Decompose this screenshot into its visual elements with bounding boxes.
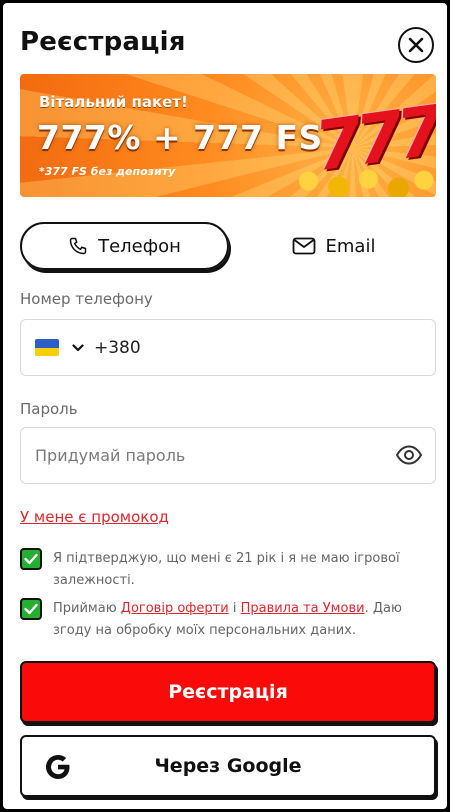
- terms-prefix: Приймаю: [53, 601, 121, 616]
- password-input[interactable]: [35, 446, 365, 465]
- tab-phone[interactable]: Телефон: [20, 222, 229, 270]
- password-field[interactable]: [20, 427, 436, 484]
- phone-field[interactable]: +380: [20, 319, 436, 376]
- close-icon: [408, 37, 424, 53]
- google-signin-button[interactable]: Через Google: [20, 735, 436, 797]
- phone-country-code: +380: [94, 337, 141, 358]
- page-title: Реєстрація: [20, 27, 186, 57]
- age-consent-row: Я підтверджую, що мені є 21 рік і я не м…: [20, 548, 430, 592]
- google-button-label: Через Google: [154, 755, 302, 777]
- age-checkbox[interactable]: [20, 548, 42, 570]
- password-label: Пароль: [20, 400, 78, 418]
- terms-consent-row: Приймаю Договір оферти і Правила та Умов…: [20, 598, 430, 642]
- offer-agreement-link[interactable]: Договір оферти: [121, 601, 229, 616]
- google-icon: [46, 755, 70, 779]
- terms-middle: і: [228, 601, 241, 616]
- check-icon: [24, 553, 38, 565]
- sevens-graphic: 777: [310, 91, 436, 188]
- promo-code-link[interactable]: У мене є промокод: [20, 508, 169, 526]
- eye-icon[interactable]: [395, 444, 423, 466]
- registration-modal: Реєстрація Вітальний пакет! 777% + 777 F…: [3, 3, 447, 809]
- tab-email[interactable]: Email: [229, 222, 438, 270]
- envelope-icon: [292, 237, 315, 255]
- check-icon: [24, 603, 38, 615]
- welcome-banner[interactable]: Вітальний пакет! 777% + 777 FS *377 FS б…: [20, 74, 436, 197]
- phone-label: Номер телефону: [20, 290, 153, 308]
- chevron-down-icon[interactable]: [72, 343, 84, 352]
- age-consent-text: Я підтверджую, що мені є 21 рік і я не м…: [53, 551, 400, 588]
- terms-consent-text: Приймаю Договір оферти і Правила та Умов…: [53, 598, 430, 642]
- close-button[interactable]: [398, 27, 434, 63]
- banner-offer: 777% + 777 FS: [37, 118, 323, 157]
- register-button[interactable]: Реєстрація: [20, 661, 436, 723]
- banner-heading: Вітальний пакет!: [39, 93, 188, 111]
- terms-checkbox[interactable]: [20, 598, 42, 620]
- phone-icon: [69, 237, 87, 255]
- tab-email-label: Email: [325, 235, 376, 257]
- rules-link[interactable]: Правила та Умови: [241, 601, 365, 616]
- tab-phone-label: Телефон: [98, 235, 181, 257]
- ukraine-flag-icon[interactable]: [35, 339, 59, 356]
- banner-note: *377 FS без депозиту: [39, 165, 176, 178]
